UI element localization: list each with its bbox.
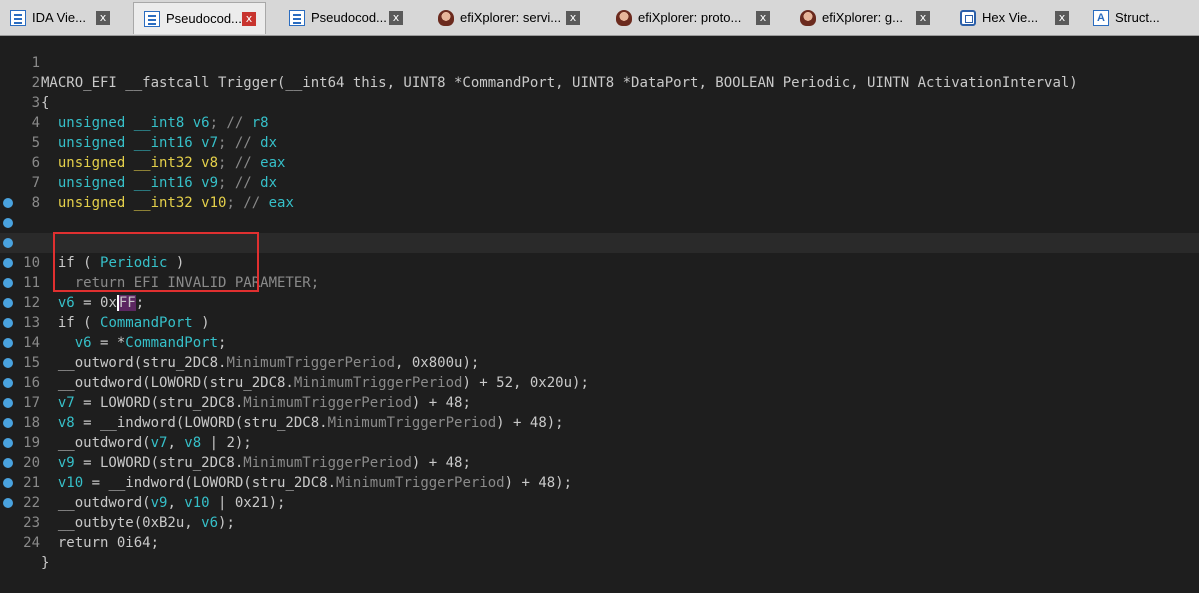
face-icon (616, 9, 632, 26)
breakpoint-dot-icon[interactable] (3, 218, 13, 228)
close-icon[interactable]: x (389, 10, 403, 25)
tab-efixplorer-guids[interactable]: efiXplorer: g... x (790, 4, 940, 31)
breakpoint-dot-icon[interactable] (3, 298, 13, 308)
breakpoint-dot-icon[interactable] (3, 458, 13, 468)
tab-label: Struct... (1115, 10, 1160, 25)
tab-label: IDA Vie... (32, 10, 86, 25)
doc-icon (144, 10, 160, 27)
tab-efixplorer-services[interactable]: efiXplorer: servi... x (428, 4, 586, 31)
breakpoint-dot-icon[interactable] (3, 478, 13, 488)
code-line[interactable]: 3 unsigned __int8 v6; // r8 (0, 73, 1199, 131)
breakpoint-dot-icon[interactable] (3, 358, 13, 368)
breakpoint-dot-icon[interactable] (3, 438, 13, 448)
code-line[interactable]: 14 __outword(stru_2DC8.MinimumTriggerPer… (0, 293, 1199, 371)
code-line[interactable]: 15 __outdword(LOWORD(stru_2DC8.MinimumTr… (0, 313, 1199, 391)
code-line[interactable]: 19 v9 = LOWORD(stru_2DC8.MinimumTriggerP… (0, 393, 1199, 471)
close-icon[interactable]: x (916, 10, 930, 25)
code-line[interactable]: 20 v10 = __indword(LOWORD(stru_2DC8.Mini… (0, 413, 1199, 491)
close-icon[interactable]: x (242, 11, 256, 26)
line-number: 24 (23, 535, 40, 551)
code-line[interactable]: 5 unsigned __int32 v8; // eax (0, 113, 1199, 171)
struct-icon: A (1093, 9, 1109, 26)
code-line[interactable]: 24 } (0, 493, 1199, 571)
breakpoint-dot-icon[interactable] (3, 258, 13, 268)
doc-icon (10, 9, 26, 26)
code-text: } (41, 555, 50, 571)
code-line[interactable]: 12 if ( CommandPort ) (0, 253, 1199, 331)
code-line[interactable]: 7 unsigned __int32 v10; // eax (0, 153, 1199, 211)
code-line[interactable]: 16 v7 = LOWORD(stru_2DC8.MinimumTriggerP… (0, 333, 1199, 411)
breakpoint-dot-icon[interactable] (3, 278, 13, 288)
code-line-current[interactable]: 11 v6 = 0x FF; (0, 233, 1199, 311)
close-icon[interactable]: x (96, 10, 110, 25)
tab-label: Hex Vie... (982, 10, 1039, 25)
tab-label: efiXplorer: g... (822, 10, 903, 25)
variable-v6[interactable]: v6 (201, 515, 218, 531)
tab-pseudocode[interactable]: Pseudocod... x (279, 4, 409, 31)
tab-efixplorer-protocols[interactable]: efiXplorer: proto... x (606, 4, 779, 31)
code-line[interactable]: 22 __outbyte(0xB2u, v6); (0, 453, 1199, 531)
face-icon (800, 9, 816, 26)
code-line[interactable]: 2 { (0, 53, 1199, 111)
code-text: return 0i64; (41, 535, 160, 551)
face-icon (438, 9, 454, 26)
code-line[interactable]: 8 (0, 173, 1199, 211)
tab-structures[interactable]: A Struct... (1083, 4, 1199, 31)
tab-pseudocode-active[interactable]: Pseudocod... x (133, 2, 266, 34)
code-line[interactable]: 18 __outdword(v7, v8 | 2); (0, 373, 1199, 451)
code-line[interactable]: 4 unsigned __int16 v7; // dx (0, 93, 1199, 151)
breakpoint-dot-icon[interactable] (3, 238, 13, 248)
close-icon[interactable]: x (756, 10, 770, 25)
breakpoint-dot-icon[interactable] (3, 318, 13, 328)
breakpoint-dot-icon[interactable] (3, 198, 13, 208)
close-icon[interactable]: x (1055, 10, 1069, 25)
hex-icon (960, 9, 976, 26)
tab-label: efiXplorer: proto... (638, 10, 742, 25)
code-line[interactable]: 9 if ( Periodic ) (0, 193, 1199, 271)
tab-ida-view[interactable]: IDA Vie... x (0, 4, 124, 31)
tab-label: Pseudocod... (311, 10, 387, 25)
code-text: __outbyte(0xB2u, (41, 515, 202, 531)
code-text: ); (218, 515, 235, 531)
breakpoint-dot-icon[interactable] (3, 338, 13, 348)
pseudocode-editor[interactable]: 1 MACRO_EFI __fastcall Trigger(__int64 t… (0, 33, 1199, 571)
breakpoint-dot-icon[interactable] (3, 418, 13, 428)
code-line[interactable]: 13 v6 = *CommandPort; (0, 273, 1199, 351)
code-line[interactable]: 23 return 0i64; (0, 473, 1199, 551)
code-line[interactable]: 6 unsigned __int16 v9; // dx (0, 133, 1199, 191)
breakpoint-dot-icon[interactable] (3, 498, 13, 508)
tab-label: efiXplorer: servi... (460, 10, 562, 25)
breakpoint-dot-icon[interactable] (3, 398, 13, 408)
code-line[interactable]: 21 __outdword(v9, v10 | 0x21); (0, 433, 1199, 511)
code-line[interactable]: 10 return EFI_INVALID_PARAMETER; (0, 213, 1199, 291)
tab-label: Pseudocod... (166, 11, 242, 26)
doc-icon (289, 9, 305, 26)
code-line[interactable]: 17 v8 = __indword(LOWORD(stru_2DC8.Minim… (0, 353, 1199, 431)
tab-hex-view[interactable]: Hex Vie... x (950, 4, 1073, 31)
tab-bar: IDA Vie... x Pseudocod... x Pseudocod...… (0, 0, 1199, 36)
breakpoint-dot-icon[interactable] (3, 378, 13, 388)
close-icon[interactable]: x (566, 10, 580, 25)
code-line[interactable]: 1 MACRO_EFI __fastcall Trigger(__int64 t… (0, 33, 1199, 91)
